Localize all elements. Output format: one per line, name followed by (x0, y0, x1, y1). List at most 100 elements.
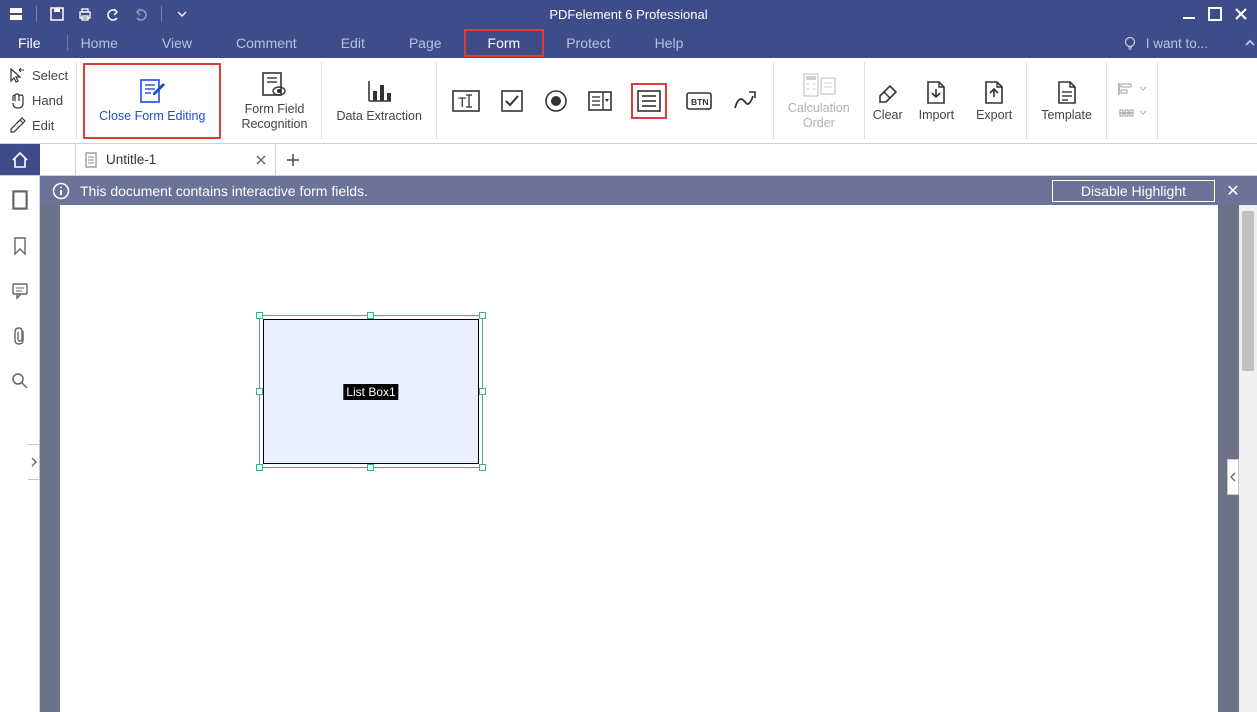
canvas[interactable]: List Box1 (40, 205, 1257, 712)
thumbnails-icon[interactable] (11, 190, 29, 210)
resize-handle-tr[interactable] (479, 312, 486, 319)
button-field-button[interactable]: BTN (685, 90, 713, 112)
data-extraction-button[interactable]: Data Extraction (322, 62, 436, 139)
form-recognition-label: Form Field Recognition (241, 102, 307, 131)
tool-edit[interactable]: Edit (8, 113, 68, 137)
cursor-icon (8, 67, 26, 85)
comment-icon[interactable] (11, 282, 29, 300)
page-icon (84, 152, 98, 168)
attachment-icon[interactable] (12, 326, 28, 346)
document-tabs: Untitle-1 (0, 144, 1257, 176)
listbox-field[interactable]: List Box1 (263, 319, 479, 464)
combobox-button[interactable] (587, 88, 613, 114)
form-edit-icon (136, 77, 168, 107)
undo-icon[interactable] (105, 6, 121, 22)
export-button[interactable]: Export (962, 62, 1027, 139)
calc-order-label: Calculation Order (788, 101, 850, 130)
expand-sidebar-icon[interactable] (28, 444, 40, 480)
form-field-tools: T BTN (437, 62, 774, 139)
chart-icon (363, 77, 395, 107)
collapse-ribbon-icon[interactable] (1243, 36, 1257, 50)
menu-protect[interactable]: Protect (544, 28, 632, 58)
scrollbar-thumb[interactable] (1242, 211, 1254, 371)
close-tab-icon[interactable] (255, 154, 267, 166)
maximize-icon[interactable] (1207, 6, 1223, 22)
selection-tools: Select Hand Edit (6, 62, 77, 139)
template-button[interactable]: Template (1027, 62, 1107, 139)
radio-button[interactable] (543, 88, 569, 114)
tool-select[interactable]: Select (8, 64, 68, 88)
vertical-scrollbar[interactable] (1239, 205, 1257, 712)
close-form-label: Close Form Editing (99, 109, 205, 123)
export-icon (981, 78, 1007, 106)
save-icon[interactable] (49, 6, 65, 22)
distribute-dropdown[interactable] (1117, 105, 1147, 121)
add-tab-button[interactable] (276, 144, 310, 175)
resize-handle-tl[interactable] (256, 312, 263, 319)
menu-edit[interactable]: Edit (319, 28, 387, 58)
resize-handle-r[interactable] (479, 388, 486, 395)
import-icon (923, 78, 949, 106)
svg-text:BTN: BTN (691, 97, 708, 107)
document-page[interactable]: List Box1 (60, 205, 1218, 712)
resize-handle-b[interactable] (367, 464, 374, 471)
align-distribute-group (1107, 62, 1158, 139)
document-tab[interactable]: Untitle-1 (76, 144, 276, 175)
resize-handle-t[interactable] (367, 312, 374, 319)
search-icon[interactable] (11, 372, 29, 390)
resize-handle-bl[interactable] (256, 464, 263, 471)
resize-handle-l[interactable] (256, 388, 263, 395)
menu-home[interactable]: Home (59, 28, 140, 58)
ribbon: Select Hand Edit Close Form Editing Form… (0, 58, 1257, 144)
eraser-icon (874, 78, 902, 106)
signature-field-button[interactable] (731, 88, 759, 114)
iwant-search[interactable]: I want to... (1122, 35, 1233, 51)
text-field-button[interactable]: T (451, 86, 481, 116)
checkbox-button[interactable] (499, 88, 525, 114)
menu-page[interactable]: Page (387, 28, 464, 58)
sidebar-panels (0, 176, 40, 712)
form-field-recognition-button[interactable]: Form Field Recognition (227, 62, 322, 139)
bookmark-icon[interactable] (12, 236, 28, 256)
lightbulb-icon (1122, 35, 1138, 51)
chevron-down-icon (1139, 110, 1147, 116)
distribute-icon (1117, 105, 1135, 121)
menu-comment[interactable]: Comment (214, 28, 319, 58)
print-icon[interactable] (77, 6, 93, 22)
qat-dropdown-icon[interactable] (174, 6, 190, 22)
menu-view[interactable]: View (140, 28, 214, 58)
app-title: PDFelement 6 Professional (549, 7, 707, 22)
resize-handle-br[interactable] (479, 464, 486, 471)
calculation-order-button[interactable]: Calculation Order (774, 62, 865, 139)
menu-help[interactable]: Help (633, 28, 706, 58)
redo-icon[interactable] (133, 6, 149, 22)
close-form-editing-button[interactable]: Close Form Editing (83, 63, 221, 139)
field-name-label: List Box1 (343, 384, 398, 400)
clear-label: Clear (873, 108, 903, 122)
pencil-icon (8, 116, 26, 134)
tool-hand[interactable]: Hand (8, 89, 68, 113)
home-tab[interactable] (0, 144, 40, 175)
notice-text: This document contains interactive form … (80, 183, 368, 199)
minimize-icon[interactable] (1181, 6, 1197, 22)
quick-access (0, 6, 190, 22)
workspace: This document contains interactive form … (0, 176, 1257, 712)
import-button[interactable]: Import (911, 62, 962, 139)
home-icon (10, 150, 30, 170)
align-icon (1117, 81, 1135, 97)
menu-form[interactable]: Form (464, 29, 545, 57)
data-extraction-label: Data Extraction (336, 109, 421, 123)
listbox-button[interactable] (631, 83, 667, 119)
menu-file[interactable]: File (0, 28, 59, 58)
close-notice-icon[interactable]: ✕ (1221, 181, 1245, 201)
close-icon[interactable] (1233, 6, 1249, 22)
disable-highlight-button[interactable]: Disable Highlight (1052, 180, 1215, 202)
menubar: File Home View Comment Edit Page Form Pr… (0, 28, 1257, 58)
align-dropdown[interactable] (1117, 81, 1147, 97)
template-icon (1054, 78, 1080, 106)
clear-button[interactable]: Clear (865, 62, 911, 139)
tool-hand-label: Hand (32, 93, 63, 108)
app-icon[interactable] (8, 6, 24, 22)
expand-right-panel-icon[interactable] (1227, 459, 1239, 495)
separator (36, 6, 37, 22)
